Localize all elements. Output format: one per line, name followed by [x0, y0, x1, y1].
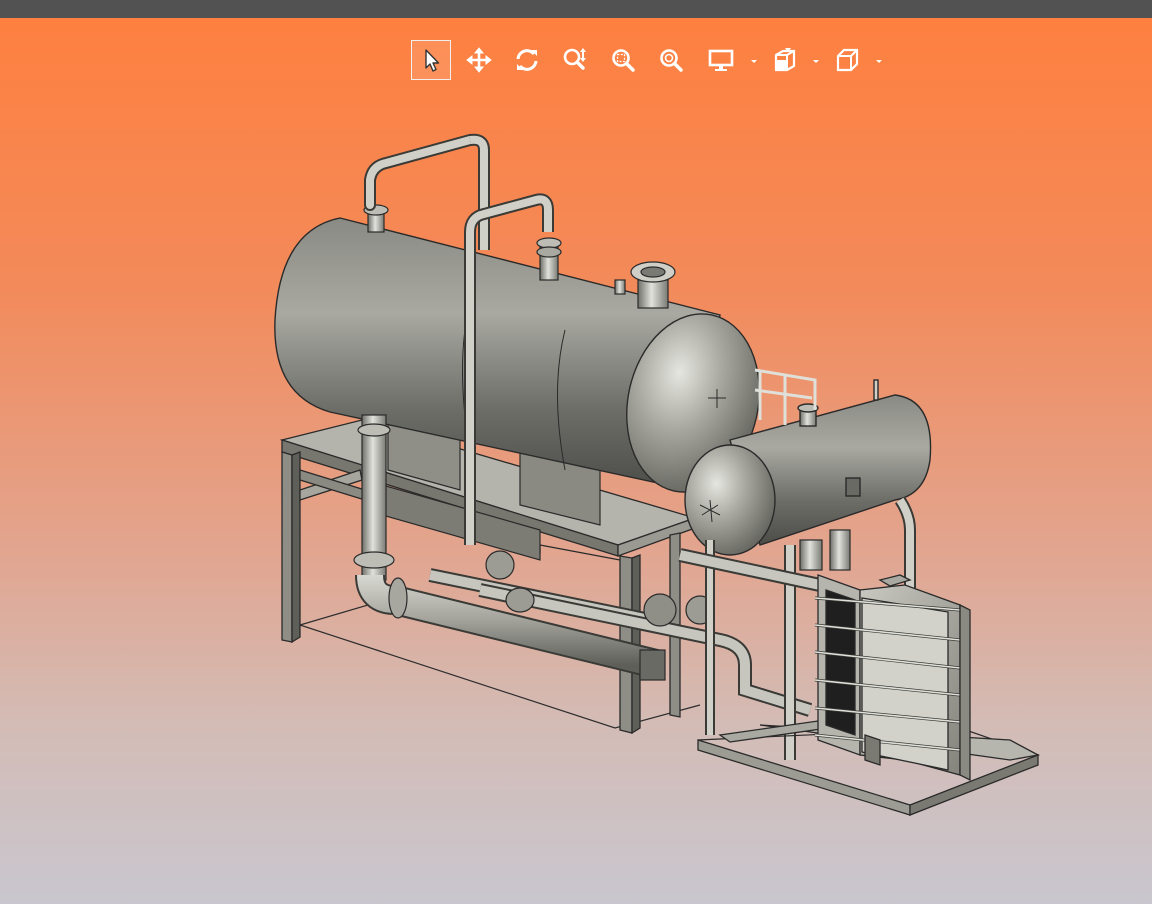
window-top-bar	[0, 0, 1152, 18]
plate-heat-exchanger[interactable]	[814, 574, 971, 782]
3d-viewport[interactable]	[0, 18, 1152, 904]
3d-model-scene[interactable]	[0, 18, 1152, 904]
